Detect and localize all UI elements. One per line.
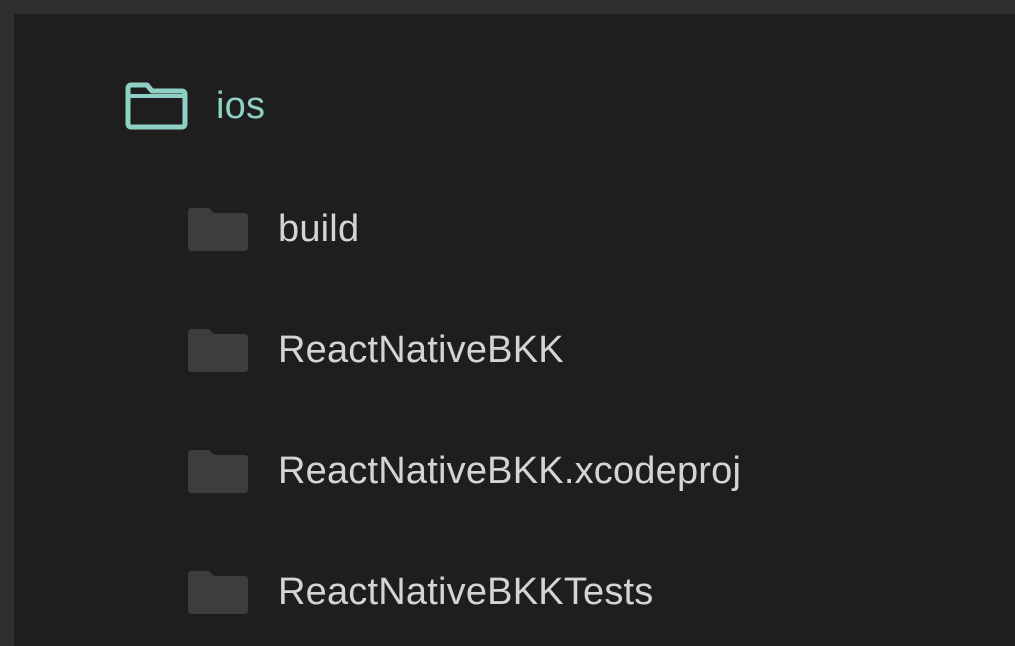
tree-item-label: build	[278, 208, 360, 250]
tree-item-ios[interactable]: ios	[124, 71, 265, 141]
folder-outline-icon	[124, 80, 190, 132]
tree-item-label: ReactNativeBKK.xcodeproj	[278, 450, 742, 492]
tree-item-label: ReactNativeBKK	[278, 329, 564, 371]
tree-item-label: ReactNativeBKKTests	[278, 571, 654, 613]
folder-icon	[186, 447, 250, 495]
folder-icon	[186, 568, 250, 616]
tree-item-build[interactable]: build	[186, 194, 359, 264]
tree-item-reactnativebkk-xcodeproj[interactable]: ReactNativeBKK.xcodeproj	[186, 436, 741, 506]
tree-item-label: ios	[216, 85, 266, 127]
file-tree: ios build ReactNativeBKK ReactNativeBKK.…	[14, 14, 1015, 646]
folder-icon	[186, 205, 250, 253]
tree-item-reactnativebkk[interactable]: ReactNativeBKK	[186, 315, 564, 385]
tree-item-reactnativebkktests[interactable]: ReactNativeBKKTests	[186, 557, 654, 627]
file-explorer-panel: ios build ReactNativeBKK ReactNativeBKK.…	[14, 14, 1015, 646]
folder-icon	[186, 326, 250, 374]
